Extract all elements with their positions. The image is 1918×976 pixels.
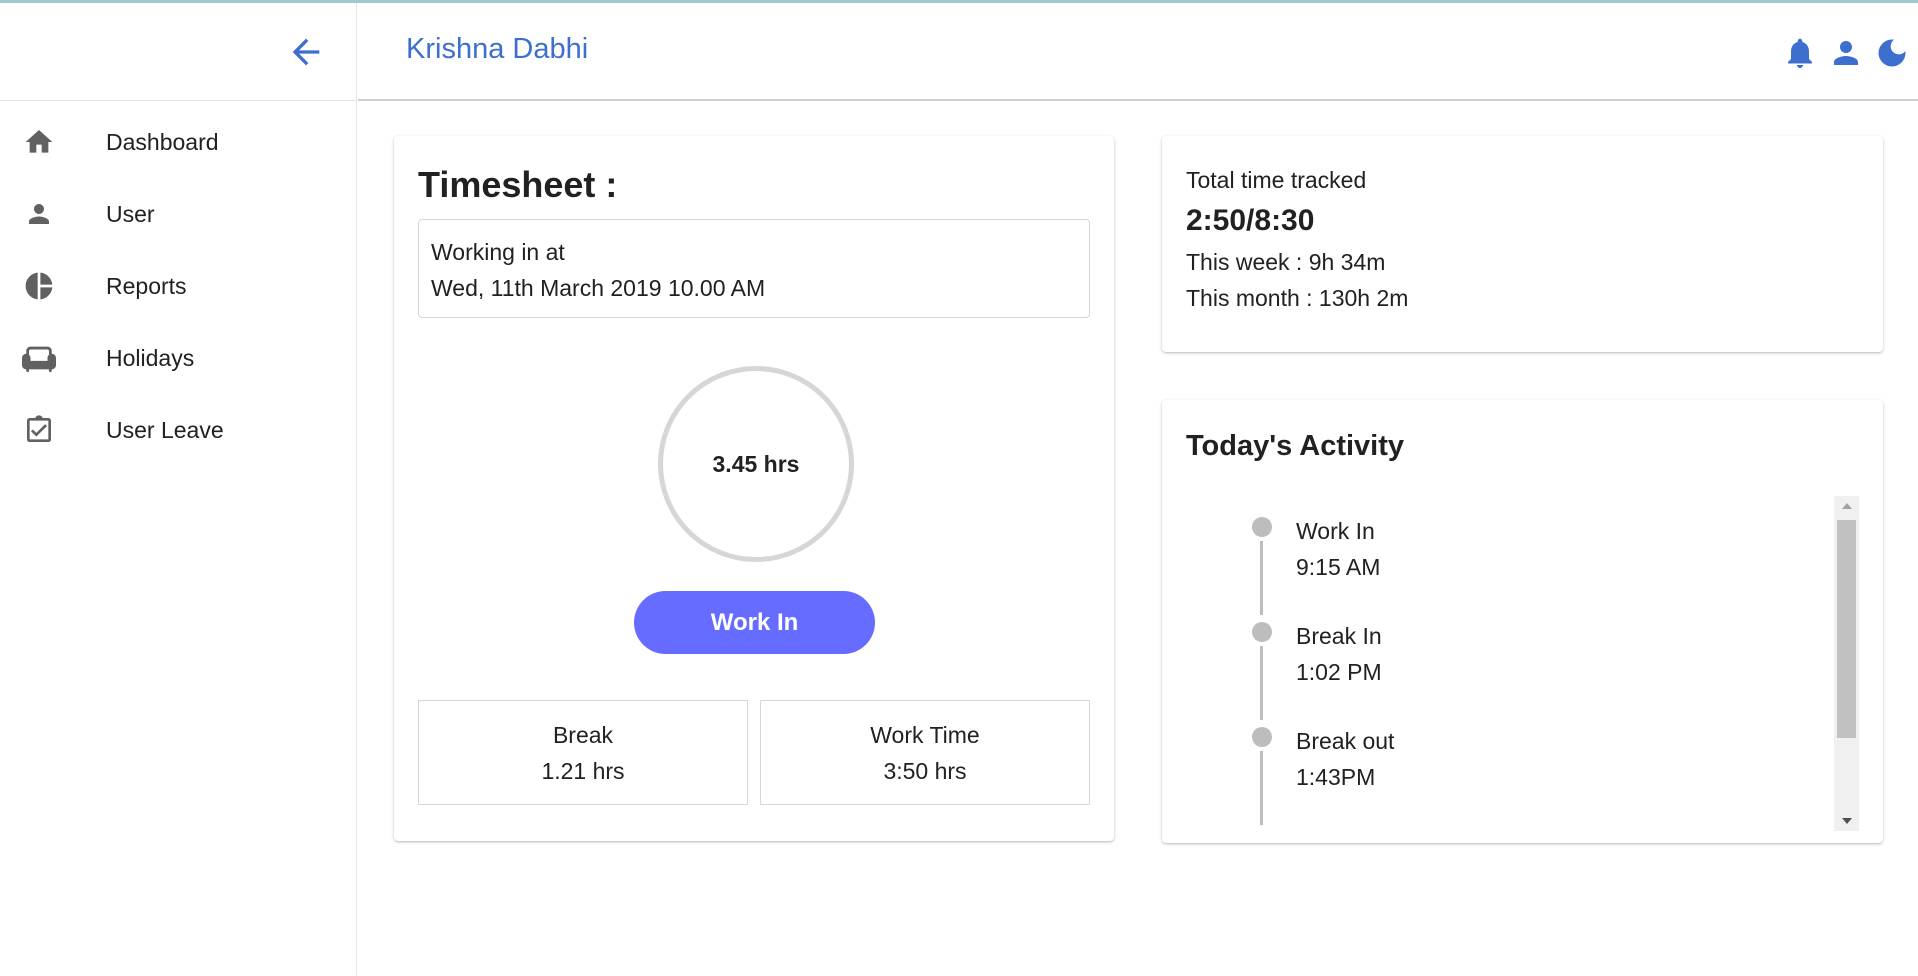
total-time-label: Total time tracked	[1186, 167, 1367, 193]
working-in-box: Working in at Wed, 11th March 2019 10.00…	[418, 219, 1090, 318]
timeline-text: Work In 9:15 AM	[1296, 513, 1380, 585]
work-time-label: Work Time	[870, 722, 980, 748]
timeline-text: Break out 1:43PM	[1296, 723, 1394, 795]
moon-icon[interactable]	[1874, 33, 1910, 73]
person-icon[interactable]	[1828, 33, 1864, 73]
sidebar-item-user-leave[interactable]: User Leave	[0, 394, 356, 466]
timeline-time: 9:15 AM	[1296, 554, 1381, 580]
timeline-dot	[1252, 517, 1272, 537]
scroll-down-arrow-icon[interactable]	[1834, 811, 1859, 831]
timeline-label: Break In	[1296, 623, 1382, 649]
sidebar-nav: Dashboard User Reports Holidays User Lea…	[0, 101, 356, 466]
arrow-left-icon	[292, 38, 320, 66]
timeline-label: Work In	[1296, 518, 1375, 544]
timeline-label: Break out	[1296, 728, 1395, 754]
sidebar-item-user[interactable]: User	[0, 178, 356, 250]
timeline-item: Break out 1:43PM	[1252, 723, 1812, 828]
sidebar: Dashboard User Reports Holidays User Lea…	[0, 3, 357, 976]
activity-title: Today's Activity	[1186, 430, 1405, 462]
home-icon	[22, 125, 56, 159]
scroll-thumb[interactable]	[1837, 520, 1856, 738]
break-stat: Break 1.21 hrs	[418, 700, 748, 805]
timeline-connector	[1260, 646, 1263, 720]
timeline-item: Break In 1:02 PM	[1252, 618, 1812, 723]
sofa-icon	[22, 341, 56, 375]
hours-value: 3.45 hrs	[712, 450, 800, 477]
timeline-item: Work In 9:15 AM	[1252, 513, 1812, 618]
user-name: Krishna Dabhi	[406, 33, 589, 65]
timeline-text: Break In 1:02 PM	[1296, 618, 1382, 690]
timesheet-title: Timesheet :	[418, 164, 618, 205]
activity-timeline: Work In 9:15 AM Break In 1:02 PM Break o…	[1252, 513, 1812, 825]
timeline-dot	[1252, 622, 1272, 642]
timesheet-card: Timesheet : Working in at Wed, 11th Marc…	[394, 136, 1114, 841]
total-time-value: 2:50/8:30	[1186, 204, 1315, 237]
total-time-content: Total time tracked 2:50/8:30 This week :…	[1186, 162, 1408, 316]
scroll-up-arrow-icon[interactable]	[1834, 496, 1859, 516]
person-icon	[22, 197, 56, 231]
sidebar-item-label: Holidays	[106, 344, 195, 371]
sidebar-item-label: User Leave	[106, 416, 224, 443]
activity-scrollbar[interactable]	[1834, 496, 1859, 831]
sidebar-item-label: Reports	[106, 272, 187, 299]
activity-card: Today's Activity Work In 9:15 AM Break I…	[1162, 400, 1883, 843]
work-time-stat: Work Time 3:50 hrs	[760, 700, 1090, 805]
pie-chart-icon	[22, 269, 56, 303]
timeline-time: 1:02 PM	[1296, 659, 1382, 685]
work-in-button[interactable]: Work In	[634, 591, 875, 654]
timeline-connector	[1260, 541, 1263, 615]
working-in-datetime: Wed, 11th March 2019 10.00 AM	[431, 275, 766, 301]
sidebar-item-reports[interactable]: Reports	[0, 250, 356, 322]
collapse-sidebar-button[interactable]	[284, 30, 328, 74]
work-time-value: 3:50 hrs	[883, 758, 967, 784]
sidebar-item-label: User	[106, 200, 155, 227]
sidebar-header	[0, 3, 356, 101]
break-label: Break	[552, 722, 614, 748]
sidebar-item-holidays[interactable]: Holidays	[0, 322, 356, 394]
sidebar-item-dashboard[interactable]: Dashboard	[0, 106, 356, 178]
timeline-time: 1:43PM	[1296, 764, 1376, 790]
timeline-connector	[1260, 751, 1263, 825]
header-actions	[1782, 33, 1910, 73]
calendar-check-icon	[22, 413, 56, 447]
working-in-label: Working in at	[431, 239, 565, 265]
bell-icon[interactable]	[1782, 33, 1818, 73]
sidebar-item-label: Dashboard	[106, 128, 219, 155]
break-value: 1.21 hrs	[541, 758, 625, 784]
this-week-value: This week : 9h 34m	[1186, 249, 1386, 275]
hours-circle: 3.45 hrs	[658, 366, 854, 562]
this-month-value: This month : 130h 2m	[1186, 285, 1409, 311]
timeline-dot	[1252, 727, 1272, 747]
top-header: Krishna Dabhi	[358, 3, 1918, 101]
total-time-card: Total time tracked 2:50/8:30 This week :…	[1162, 136, 1883, 352]
